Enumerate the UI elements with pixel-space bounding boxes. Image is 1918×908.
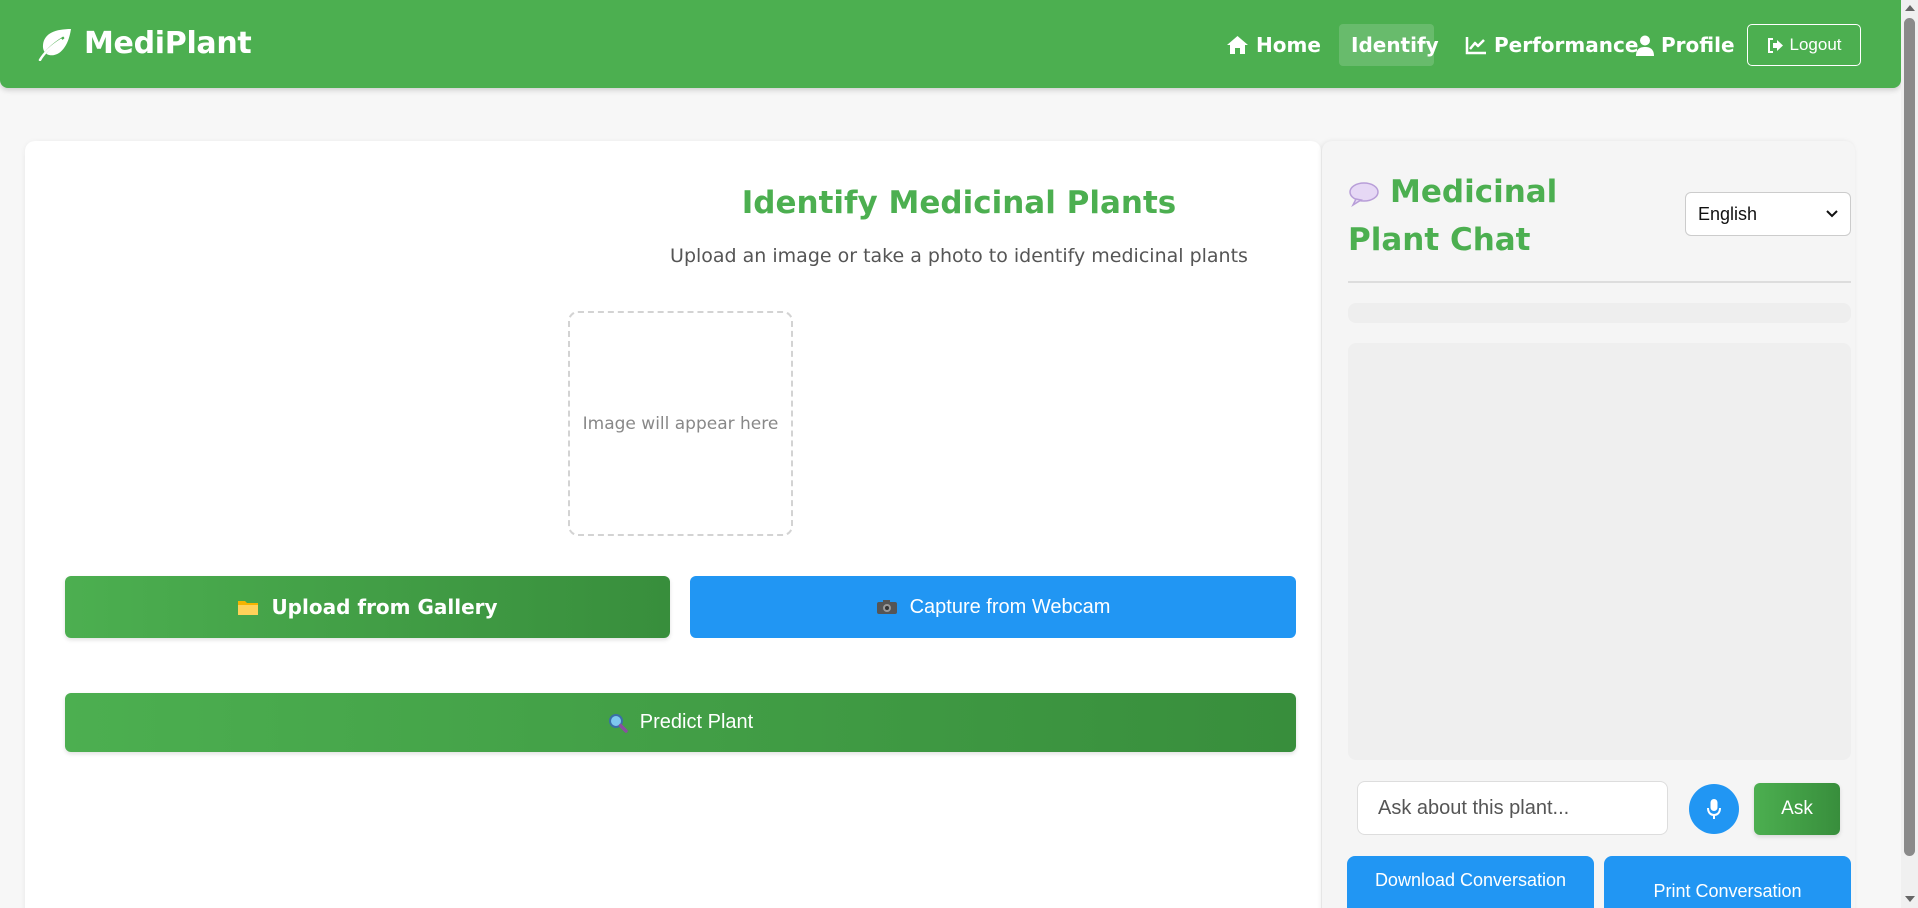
image-placeholder-text: Image will appear here [582, 413, 779, 434]
folder-icon [238, 601, 259, 615]
speech-bubble-icon [1349, 181, 1379, 207]
language-selected: English [1698, 203, 1758, 224]
nav-performance-label: Performance [1494, 33, 1639, 57]
download-conversation-label: Download Conversation [1374, 870, 1567, 890]
nav-profile[interactable]: Profile [1634, 24, 1737, 66]
sign-out-icon [1767, 37, 1783, 53]
download-conversation-button[interactable]: Download Conversation [1347, 856, 1594, 908]
scroll-down-icon[interactable] [1905, 896, 1915, 902]
chevron-down-icon [1826, 210, 1838, 218]
logout-button[interactable]: Logout [1747, 24, 1861, 66]
capture-webcam-button[interactable]: Capture from Webcam [690, 576, 1296, 638]
nav-home[interactable]: Home [1224, 24, 1323, 66]
nav-profile-label: Profile [1661, 33, 1735, 57]
page-scrollbar[interactable] [1901, 0, 1918, 908]
navbar: MediPlant Home Identify Performance Prof… [0, 0, 1901, 88]
microphone-button[interactable] [1689, 784, 1739, 834]
chat-divider [1348, 281, 1851, 283]
home-icon [1227, 36, 1248, 54]
logout-label: Logout [1789, 35, 1842, 54]
nav-home-label: Home [1256, 33, 1321, 57]
chat-title: Medicinal Plant Chat [1348, 168, 1648, 264]
scroll-up-icon[interactable] [1905, 5, 1915, 11]
nav-identify[interactable]: Identify [1339, 24, 1439, 66]
chat-question-input[interactable] [1357, 781, 1668, 835]
upload-gallery-button[interactable]: Upload from Gallery [65, 576, 670, 638]
predict-plant-button[interactable]: Predict Plant [65, 693, 1296, 752]
chart-line-icon [1465, 37, 1486, 55]
scrollbar-thumb[interactable] [1904, 18, 1915, 856]
nav-performance[interactable]: Performance [1463, 24, 1640, 66]
predict-plant-label: Predict Plant [639, 711, 754, 733]
chat-status-bar [1348, 303, 1851, 323]
microphone-icon [1707, 799, 1721, 819]
ask-button[interactable]: Ask [1754, 783, 1840, 835]
brand-name: MediPlant [84, 26, 252, 61]
capture-webcam-label: Capture from Webcam [909, 595, 1111, 618]
language-select[interactable]: English [1685, 192, 1851, 236]
image-preview: Image will appear here [568, 311, 793, 536]
chat-messages[interactable] [1348, 343, 1851, 760]
camera-icon [876, 600, 897, 614]
print-conversation-button[interactable]: Print Conversation [1604, 856, 1851, 908]
upload-gallery-label: Upload from Gallery [271, 595, 498, 619]
print-conversation-label: Print Conversation [1653, 881, 1802, 901]
magnifier-icon [608, 713, 628, 733]
nav-identify-label: Identify [1351, 33, 1439, 57]
user-icon [1636, 35, 1654, 56]
ask-label: Ask [1781, 798, 1813, 819]
leaf-icon [38, 28, 71, 61]
brand[interactable]: MediPlant [38, 26, 252, 61]
